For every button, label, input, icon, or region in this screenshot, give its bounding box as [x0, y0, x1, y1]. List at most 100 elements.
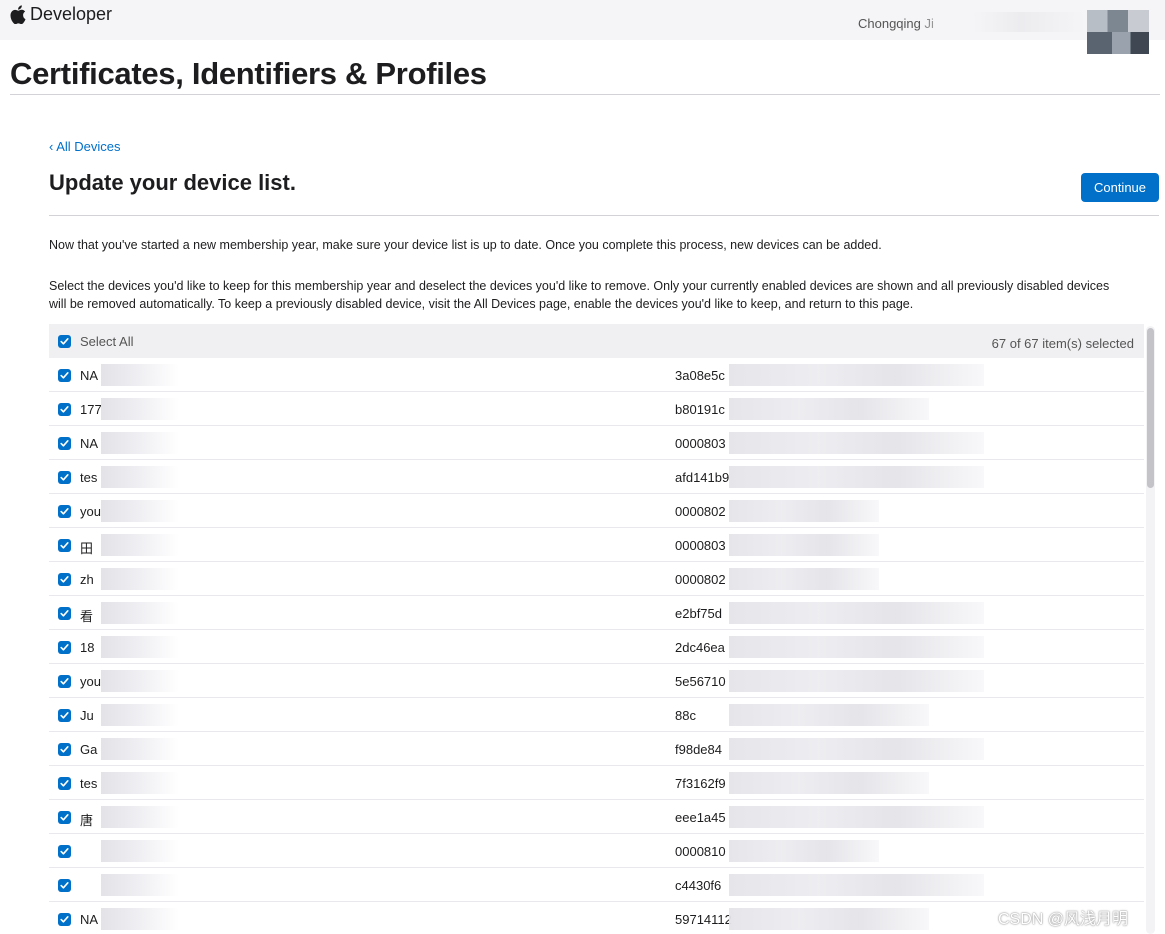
checkmark-icon — [60, 678, 69, 685]
device-udid-redaction — [729, 432, 984, 454]
device-name-redaction — [101, 568, 179, 590]
device-name-redaction — [101, 772, 179, 794]
device-name: you — [80, 674, 101, 689]
device-checkbox[interactable] — [58, 403, 71, 416]
device-row[interactable]: NA 3a08e5c — [49, 358, 1144, 392]
device-name-redaction — [101, 636, 179, 658]
device-row[interactable]: 田 0000803 — [49, 528, 1144, 562]
device-udid-redaction — [729, 806, 984, 828]
device-checkbox[interactable] — [58, 743, 71, 756]
developer-home-link[interactable]: Developer — [10, 4, 112, 25]
device-row[interactable]: c4430f6 — [49, 868, 1144, 902]
device-row[interactable]: you 0000802 — [49, 494, 1144, 528]
device-row[interactable]: you 5e56710 — [49, 664, 1144, 698]
device-row[interactable]: tes afd141b9 — [49, 460, 1144, 494]
device-name-redaction — [101, 840, 179, 862]
device-udid: 5e56710 — [675, 674, 726, 689]
device-name: 看 — [80, 609, 94, 624]
account-name[interactable]: Chongqing Ji — [858, 16, 934, 31]
instructions-text: Select the devices you'd like to keep fo… — [49, 279, 1110, 311]
table-header: Select All 67 of 67 item(s) selected — [49, 324, 1144, 358]
device-udid-redaction — [729, 636, 984, 658]
device-checkbox[interactable] — [58, 437, 71, 450]
device-row[interactable]: Ga f98de84 — [49, 732, 1144, 766]
device-name-redaction — [101, 364, 179, 386]
checkmark-icon — [60, 848, 69, 855]
device-checkbox[interactable] — [58, 811, 71, 824]
page-title: Certificates, Identifiers & Profiles — [10, 56, 487, 91]
device-row[interactable]: 唐 eee1a45 — [49, 800, 1144, 834]
device-checkbox[interactable] — [58, 641, 71, 654]
checkmark-icon — [60, 542, 69, 549]
device-name-redaction — [101, 534, 179, 556]
device-udid: 0000802 — [675, 572, 726, 587]
device-row[interactable]: 0000810 — [49, 834, 1144, 868]
select-all-checkbox[interactable] — [58, 335, 71, 348]
device-name-redaction — [101, 874, 179, 896]
device-checkbox[interactable] — [58, 505, 71, 518]
checkmark-icon — [60, 882, 69, 889]
device-checkbox[interactable] — [58, 573, 71, 586]
account-name-redaction — [925, 12, 1085, 32]
checkmark-icon — [60, 508, 69, 515]
device-checkbox[interactable] — [58, 369, 71, 382]
device-udid-redaction — [729, 840, 879, 862]
device-row[interactable]: NA 59714112 — [49, 902, 1144, 934]
device-row[interactable]: NA 0000803 — [49, 426, 1144, 460]
device-checkbox[interactable] — [58, 539, 71, 552]
checkmark-icon — [60, 610, 69, 617]
checkmark-icon — [60, 746, 69, 753]
device-udid: e2bf75d — [675, 606, 722, 621]
device-row[interactable]: 177 b80191c — [49, 392, 1144, 426]
device-row[interactable]: Ju 88c — [49, 698, 1144, 732]
device-checkbox[interactable] — [58, 879, 71, 892]
device-udid-redaction — [729, 364, 984, 386]
intro-text: Now that you've started a new membership… — [49, 238, 882, 252]
device-checkbox[interactable] — [58, 709, 71, 722]
device-name-redaction — [101, 704, 179, 726]
device-udid: 2dc46ea — [675, 640, 725, 655]
device-name: 18 — [80, 640, 95, 655]
device-checkbox[interactable] — [58, 675, 71, 688]
select-all-label[interactable]: Select All — [80, 334, 133, 349]
device-checkbox[interactable] — [58, 471, 71, 484]
selected-count: 67 of 67 item(s) selected — [991, 336, 1134, 351]
watermark: CSDN @风浅月明 — [998, 911, 1129, 928]
device-row[interactable]: tes 7f3162f9 — [49, 766, 1144, 800]
device-name: NA — [80, 912, 99, 927]
device-udid-redaction — [729, 466, 984, 488]
avatar[interactable] — [1087, 10, 1149, 54]
device-name: NA — [80, 368, 99, 383]
table-scrollbar-thumb[interactable] — [1147, 328, 1154, 488]
device-udid-redaction — [729, 534, 879, 556]
device-name: 田 — [80, 541, 94, 556]
section-title: Update your device list. — [49, 170, 296, 195]
device-udid: c4430f6 — [675, 878, 722, 893]
checkmark-icon — [60, 338, 69, 345]
device-checkbox[interactable] — [58, 607, 71, 620]
device-rows: NA 3a08e5c 177 b80191c NA 0000803 tes afd141b9 y… — [49, 358, 1144, 934]
device-udid-redaction — [729, 670, 984, 692]
device-checkbox[interactable] — [58, 845, 71, 858]
all-devices-back-link[interactable]: ‹ All Devices — [49, 139, 121, 154]
device-row[interactable]: 看 e2bf75d — [49, 596, 1144, 630]
device-udid: 3a08e5c — [675, 368, 725, 383]
device-row[interactable]: zh 0000802 — [49, 562, 1144, 596]
device-udid: 0000803 — [675, 436, 726, 451]
device-checkbox[interactable] — [58, 777, 71, 790]
device-udid-redaction — [729, 602, 984, 624]
device-name: tes — [80, 776, 98, 791]
device-udid: 7f3162f9 — [675, 776, 726, 791]
device-name: you — [80, 504, 101, 519]
device-name-redaction — [101, 602, 179, 624]
device-checkbox[interactable] — [58, 913, 71, 926]
device-name: 唐 — [80, 813, 94, 828]
continue-button[interactable]: Continue — [1081, 173, 1159, 202]
checkmark-icon — [60, 440, 69, 447]
device-name-redaction — [101, 806, 179, 828]
checkmark-icon — [60, 372, 69, 379]
checkmark-icon — [60, 814, 69, 821]
device-name: Ga — [80, 742, 98, 757]
device-row[interactable]: 18 2dc46ea — [49, 630, 1144, 664]
device-udid-redaction — [729, 738, 984, 760]
